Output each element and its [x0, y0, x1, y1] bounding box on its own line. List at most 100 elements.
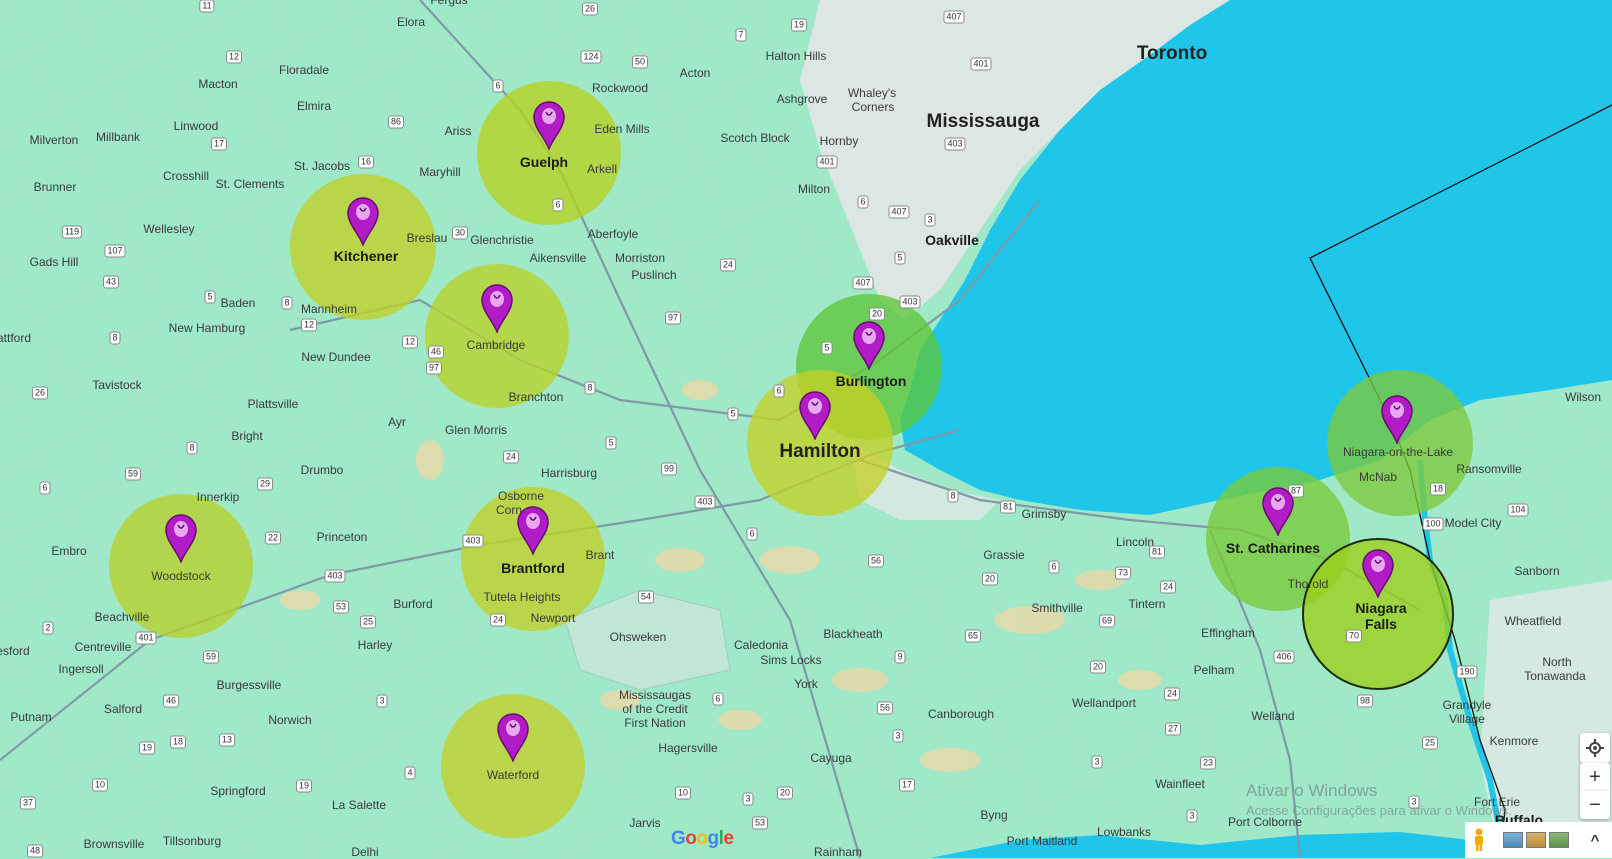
route-shield: 8 [281, 296, 293, 310]
route-shield: 46 [162, 694, 180, 708]
route-shield: 3 [742, 792, 754, 806]
route-shield: 19 [790, 18, 808, 32]
route-shield: 24 [489, 613, 507, 627]
map-pin-icon[interactable] [532, 100, 566, 152]
route-shield: 17 [210, 137, 228, 151]
route-shield: 8 [584, 381, 596, 395]
route-shield: 6 [857, 195, 869, 209]
route-shield: 16 [357, 155, 375, 169]
map-pin-icon[interactable] [1261, 486, 1295, 538]
pegman-button[interactable] [1468, 826, 1490, 854]
route-shield: 8 [186, 441, 198, 455]
map-pin-icon[interactable] [496, 712, 530, 764]
route-shield: 3 [924, 213, 936, 227]
route-shield: 3 [1186, 809, 1198, 823]
route-shield: 8 [947, 489, 959, 503]
map-pin-icon[interactable] [164, 513, 198, 565]
route-shield: 26 [31, 386, 49, 400]
route-shield: 403 [324, 569, 346, 583]
route-shield: 59 [202, 650, 220, 664]
route-shield: 5 [204, 290, 216, 304]
route-shield: 25 [359, 615, 377, 629]
route-shield: 56 [867, 554, 885, 568]
route-shield: 5 [727, 407, 739, 421]
route-shield: 48 [26, 844, 44, 858]
route-shield: 25 [1421, 736, 1439, 750]
map-pin-icon[interactable] [1361, 548, 1395, 600]
route-shield: 29 [256, 477, 274, 491]
map-pin-icon[interactable] [516, 505, 550, 557]
route-shield: 99 [660, 462, 678, 476]
route-shield: 97 [664, 311, 682, 325]
route-shield: 12 [300, 318, 318, 332]
route-shield: 7 [735, 28, 747, 42]
google-logo: Google [671, 828, 734, 849]
route-shield: 6 [773, 384, 785, 398]
route-shield: 407 [888, 205, 910, 219]
route-shield: 190 [1456, 665, 1478, 679]
map-pin-icon[interactable] [346, 196, 380, 248]
route-shield: 24 [502, 450, 520, 464]
zoom-out-button[interactable]: − [1580, 791, 1610, 819]
pegman-icon [1475, 828, 1483, 851]
route-shield: 18 [1429, 482, 1447, 496]
zoom-in-button[interactable]: + [1580, 763, 1610, 791]
route-shield: 3 [1091, 755, 1103, 769]
route-shield: 107 [104, 244, 126, 258]
route-shield: 407 [943, 10, 965, 24]
map-pin-icon[interactable] [852, 320, 886, 372]
map-pin-icon[interactable] [798, 390, 832, 442]
my-location-button[interactable] [1580, 733, 1610, 763]
route-shield: 13 [218, 733, 236, 747]
route-shield: 6 [746, 527, 758, 541]
route-shield: 27 [1164, 722, 1182, 736]
route-shield: 56 [876, 701, 894, 715]
route-shield: 4 [404, 766, 416, 780]
layer-thumbnail-terrain[interactable] [1526, 832, 1546, 848]
route-shield: 70 [1345, 629, 1363, 643]
route-shield: 20 [776, 786, 794, 800]
route-shield: 37 [19, 796, 37, 810]
route-shield: 124 [580, 50, 602, 64]
route-shield: 22 [264, 531, 282, 545]
route-shield: 65 [964, 629, 982, 643]
route-shield: 23 [1199, 756, 1217, 770]
route-shield: 403 [694, 495, 716, 509]
route-shield: 19 [295, 779, 313, 793]
route-shield: 6 [492, 79, 504, 93]
route-shield: 5 [821, 341, 833, 355]
route-shield: 81 [999, 500, 1017, 514]
route-shield: 403 [462, 534, 484, 548]
route-shield: 401 [970, 57, 992, 71]
route-shield: 2 [42, 621, 54, 635]
windows-activation-watermark: Ativar o Windows [1246, 781, 1378, 800]
route-shield: 54 [637, 590, 655, 604]
route-shield: 3 [376, 694, 388, 708]
route-shield: 20 [981, 572, 999, 586]
route-shield: 86 [387, 115, 405, 129]
layers-expand-button[interactable]: ^ [1583, 828, 1607, 852]
route-shield: 19 [138, 741, 156, 755]
windows-activation-hint: Acesse Configurações para ativar o Windo… [1246, 803, 1512, 818]
map-pin-icon[interactable] [480, 283, 514, 335]
route-shield: 20 [1089, 660, 1107, 674]
route-shield: 119 [61, 225, 83, 239]
route-shield: 6 [552, 198, 564, 212]
route-shield: 3 [892, 729, 904, 743]
route-shield: 12 [225, 50, 243, 64]
layer-thumbnail-satellite[interactable] [1503, 832, 1523, 848]
route-shield: 403 [899, 295, 921, 309]
route-shield: 104 [1507, 503, 1529, 517]
bottom-toolbar: ^ [1465, 822, 1612, 858]
route-shield: 59 [124, 467, 142, 481]
route-shield: 20 [868, 307, 886, 321]
route-shield: 81 [1148, 545, 1166, 559]
route-shield: 24 [1159, 580, 1177, 594]
route-shield: 6 [39, 481, 51, 495]
route-shield: 401 [816, 155, 838, 169]
layer-thumbnail-traffic[interactable] [1549, 832, 1569, 848]
route-shield: 18 [169, 735, 187, 749]
route-shield: 98 [1356, 694, 1374, 708]
route-shield: 10 [674, 786, 692, 800]
map-pin-icon[interactable] [1380, 394, 1414, 446]
